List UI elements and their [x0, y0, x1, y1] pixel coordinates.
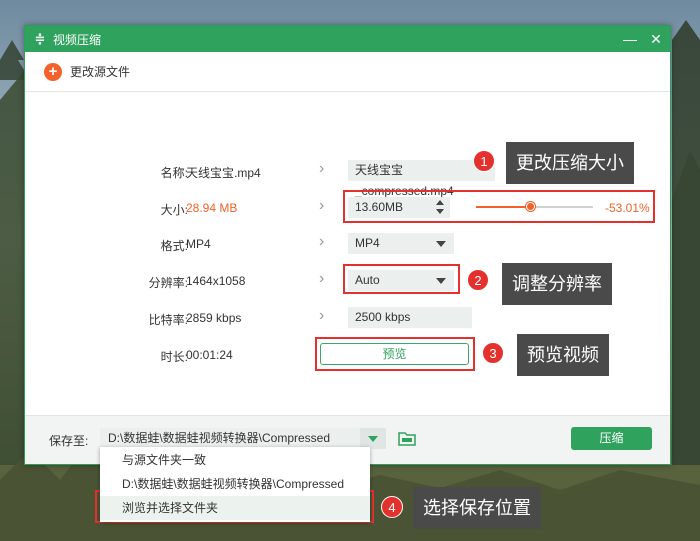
folder-icon[interactable] — [398, 431, 416, 446]
chevron-right-icon: › — [319, 270, 325, 287]
video-compress-window: ≑ 视频压缩 — ✕ + 更改源文件 名称: 天线宝宝.mp4 › 天线宝宝_c… — [24, 25, 671, 465]
name-source-value: 天线宝宝.mp4 — [186, 166, 261, 180]
size-label: 大小: — [160, 203, 188, 217]
annotation-callout-2: 调整分辨率 — [502, 263, 612, 305]
annotation-badge-2: 2 — [467, 269, 489, 291]
bitrate-field[interactable]: 2500 kbps — [348, 307, 472, 328]
annotation-callout-3: 预览视频 — [517, 334, 609, 376]
compress-button[interactable]: 压缩 — [571, 427, 652, 450]
dropdown-arrow-icon — [368, 436, 378, 442]
annotation-callout-4: 选择保存位置 — [413, 487, 541, 529]
name-label: 名称: — [160, 166, 188, 180]
resolution-label: 分辨率: — [148, 276, 188, 290]
title-bar: ≑ 视频压缩 — ✕ — [25, 26, 670, 52]
chevron-right-icon: › — [319, 233, 325, 250]
plus-icon[interactable]: + — [44, 62, 62, 81]
bitrate-label: 比特率: — [148, 313, 188, 327]
duration-source-value: 00:01:24 — [186, 348, 233, 362]
save-path-field[interactable]: D:\数据蛙\数据蛙视频转换器\Compressed — [100, 428, 360, 449]
menu-item-browse-folder[interactable]: 浏览并选择文件夹 — [100, 496, 370, 520]
size-source-value: 28.94 MB — [186, 201, 238, 215]
window-title: 视频压缩 — [53, 32, 102, 47]
chevron-right-icon: › — [319, 307, 325, 324]
save-path-dropdown-button[interactable] — [360, 428, 386, 449]
bitrate-output-value: 2500 kbps — [355, 310, 411, 324]
duration-label: 时长: — [160, 350, 188, 364]
close-button[interactable]: ✕ — [647, 30, 665, 48]
change-source-bar: + 更改源文件 — [25, 52, 670, 92]
annotation-badge-4: 4 — [381, 496, 403, 518]
annotation-box-preview — [315, 337, 475, 371]
format-select[interactable]: MP4 — [348, 233, 454, 254]
bitrate-source-value: 2859 kbps — [186, 311, 242, 325]
annotation-box-size — [343, 190, 655, 223]
annotation-badge-3: 3 — [482, 342, 504, 364]
compress-icon: ≑ — [34, 31, 46, 46]
save-location-menu: 与源文件夹一致 D:\数据蛙\数据蛙视频转换器\Compressed 浏览并选择… — [100, 447, 370, 522]
minimize-button[interactable]: — — [621, 30, 639, 48]
annotation-box-resolution — [343, 264, 460, 294]
menu-item-same-as-source[interactable]: 与源文件夹一致 — [100, 448, 370, 472]
chevron-right-icon: › — [319, 160, 325, 177]
change-source-button[interactable]: 更改源文件 — [70, 63, 130, 80]
save-path-value: D:\数据蛙\数据蛙视频转换器\Compressed — [108, 431, 331, 445]
format-output-value: MP4 — [355, 236, 380, 250]
resolution-source-value: 1464x1058 — [186, 274, 246, 288]
menu-item-default-path[interactable]: D:\数据蛙\数据蛙视频转换器\Compressed — [100, 472, 370, 496]
annotation-badge-1: 1 — [473, 150, 495, 172]
format-source-value: MP4 — [186, 237, 211, 251]
annotation-callout-1: 更改压缩大小 — [506, 142, 634, 184]
chevron-right-icon: › — [319, 197, 325, 214]
save-to-label: 保存至: — [49, 434, 89, 448]
format-label: 格式: — [160, 239, 188, 253]
dropdown-arrow-icon — [436, 241, 446, 247]
